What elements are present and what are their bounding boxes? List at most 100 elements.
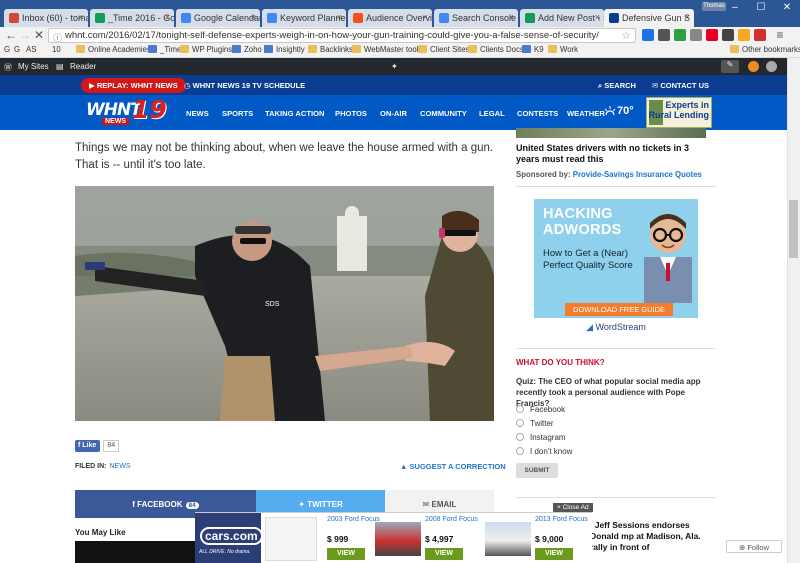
back-icon[interactable]: ← [5,28,17,42]
nav-weather[interactable]: WEATHER [567,109,605,118]
bookmark-star-icon[interactable]: ☆ [621,29,631,42]
tv-schedule-link[interactable]: ◷ WHNT NEWS 19 TV SCHEDULE [184,81,305,90]
bookmark-folder[interactable]: Backlinks [308,45,353,54]
reader-link[interactable]: Reader [70,62,96,71]
radio-button[interactable] [516,447,524,455]
car-thumbnail[interactable] [485,522,531,556]
follow-button[interactable]: ⊕ Follow [726,540,782,553]
extension-icon[interactable] [738,29,750,41]
extension-icon[interactable] [754,29,766,41]
browser-tab[interactable]: Google Calendar - × [176,9,260,27]
bookmark-folder[interactable]: Client Sites [418,45,469,54]
close-icon[interactable]: × [509,12,514,22]
nav-sports[interactable]: SPORTS [222,109,253,118]
close-ad-button[interactable]: × Close Ad [553,503,593,512]
view-button[interactable]: VIEW [425,548,463,560]
facebook-like[interactable]: f Like 84 [75,440,120,452]
other-bookmarks[interactable]: Other bookmarks [730,45,800,54]
recommended-thumbnail[interactable] [75,541,195,563]
bookmark-folder[interactable]: WP Plugins [180,45,232,54]
poll-option-dont-know[interactable]: I don't know [516,447,572,456]
browser-tab[interactable]: _Time 2016 - Goog × [90,9,174,27]
extension-icon[interactable] [722,29,734,41]
stop-icon[interactable]: ✕ [34,28,44,42]
forward-icon[interactable]: → [19,28,31,42]
close-window-icon[interactable]: ✕ [776,2,798,14]
extension-icon[interactable] [690,29,702,41]
extension-icon[interactable] [658,29,670,41]
minimize-icon[interactable]: – [724,2,746,14]
contact-link[interactable]: ✉ CONTACT US [652,81,709,90]
bookmark-item[interactable]: 10 [52,45,61,54]
collapse-icon[interactable]: ✦ [391,62,398,71]
sponsored-image[interactable] [516,128,706,138]
browser-tab[interactable]: Audience Overview × [348,9,432,27]
close-icon[interactable]: × [337,12,342,22]
page-scrollbar[interactable] [787,58,800,563]
poll-option-facebook[interactable]: Facebook [516,405,565,414]
close-icon[interactable]: × [595,12,600,22]
nav-news[interactable]: NEWS [186,109,209,118]
browser-tab[interactable]: Keyword Planner - × [262,9,346,27]
nav-community[interactable]: COMMUNITY [420,109,467,118]
profile-badge[interactable]: Thomas [702,2,726,11]
bookmark-item[interactable]: AS [26,45,36,54]
bookmark-folder[interactable]: WebMaster tools [352,45,422,54]
car-thumbnail[interactable] [375,522,421,556]
bookmark-item[interactable]: _Time [148,45,181,54]
car-name[interactable]: 2008 Ford Focus [425,516,481,524]
suggest-correction-link[interactable]: ▲ SUGGEST A CORRECTION [400,462,506,471]
site-logo[interactable]: WHNT 19 NEWS [86,95,167,129]
ad-download-button[interactable]: DOWNLOAD FREE GUIDE [565,303,673,316]
article-video[interactable]: SDS [75,186,494,421]
bookmark-item[interactable]: G [14,45,20,54]
bookmark-folder[interactable]: Work [548,45,578,54]
close-icon[interactable]: × [423,12,428,22]
my-sites-link[interactable]: My Sites [18,62,49,71]
extension-icon[interactable] [642,29,654,41]
like-button[interactable]: f Like [75,440,101,452]
bookmark-item[interactable]: K9 [522,45,544,54]
bookmark-item[interactable]: Zoho [232,45,262,54]
pinterest-icon[interactable] [706,29,718,41]
wordpress-icon[interactable]: Ⓦ [4,62,12,73]
view-button[interactable]: VIEW [535,548,573,560]
bookmark-item[interactable]: Insightly [264,45,305,54]
bookmark-folder[interactable]: Online Academies [76,45,151,54]
car-listing[interactable]: 2013 Ford Focus $ 9,000 VIEW [485,516,588,562]
close-icon[interactable]: × [685,12,690,22]
weather-temp[interactable]: 70° [617,105,634,117]
poll-submit-button[interactable]: SUBMIT [516,463,558,478]
replay-button[interactable]: ▶ REPLAY: WHNT NEWS [81,78,186,93]
search-link[interactable]: ⌕ SEARCH [598,81,636,91]
avatar[interactable] [748,61,759,72]
browser-tab[interactable]: Inbox (60) - toman × [4,9,88,27]
browser-tab[interactable]: Add New Post ‹ Se × [520,9,604,27]
write-icon[interactable]: ✎ [721,60,739,73]
close-icon[interactable]: × [165,12,170,22]
nav-taking-action[interactable]: TAKING ACTION [265,109,324,118]
scrollbar-thumb[interactable] [789,200,798,258]
poll-option-twitter[interactable]: Twitter [516,419,554,428]
radio-button[interactable] [516,433,524,441]
poll-option-instagram[interactable]: Instagram [516,433,566,442]
wordstream-ad[interactable]: HACKING ADWORDS How to Get a (Near) Perf… [534,199,698,337]
radio-button[interactable] [516,419,524,427]
nav-on-air[interactable]: ON-AIR [380,109,407,118]
car-listing[interactable]: 2008 Ford Focus $ 4,997 VIEW [375,516,478,562]
cars-ad-banner[interactable]: cars.com ALL DRIVE. No drama. 2003 Ford … [195,512,592,563]
sponsored-story-title[interactable]: United States drivers with no tickets in… [516,143,710,165]
nav-photos[interactable]: PHOTOS [335,109,367,118]
nav-contests[interactable]: CONTESTS [517,109,558,118]
page-info-icon[interactable]: ⓘ [53,31,62,42]
browser-tab-active[interactable]: Defensive Gun S × [604,9,694,28]
menu-icon[interactable]: ≡ [774,29,786,41]
reader-icon[interactable]: ▤ [56,62,64,71]
notifications-icon[interactable] [766,61,777,72]
bookmark-item[interactable]: G [4,45,10,54]
cars-logo[interactable]: cars.com ALL DRIVE. No drama. [195,513,263,563]
nav-legal[interactable]: LEGAL [479,109,505,118]
filed-news-link[interactable]: NEWS [110,463,131,470]
car-name[interactable]: 2013 Ford Focus [535,516,591,524]
extension-icon[interactable] [674,29,686,41]
